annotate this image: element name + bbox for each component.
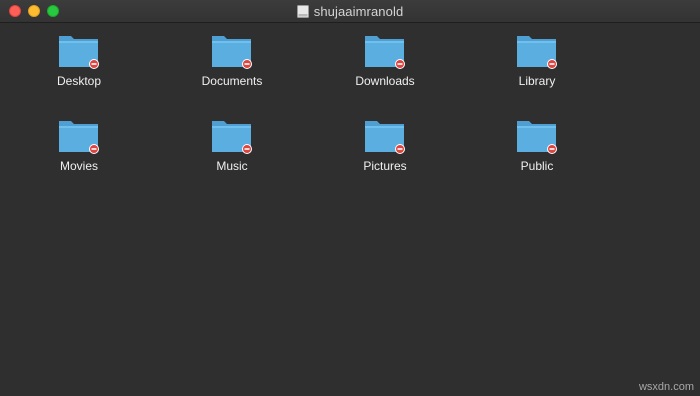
folder-restricted-icon (365, 121, 405, 154)
drive-icon (296, 4, 309, 18)
folder-item-pictures[interactable]: Pictures (335, 117, 435, 187)
folder-label: Documents (201, 74, 263, 88)
folder-item-public[interactable]: Public (487, 117, 587, 187)
folder-label: Movies (59, 159, 98, 173)
watermark: wsxdn.com (638, 381, 694, 393)
window-title: shujaaimranold (313, 3, 404, 19)
folder-item-movies[interactable]: Movies (29, 117, 129, 187)
title-group: shujaaimranold (0, 0, 700, 22)
folder-label: Downloads (355, 74, 415, 88)
folder-item-library[interactable]: Library (487, 32, 587, 102)
folder-restricted-icon (517, 121, 557, 154)
folder-restricted-icon (517, 36, 557, 69)
folder-item-documents[interactable]: Documents (182, 32, 282, 102)
folder-label: Music (216, 159, 248, 173)
folder-grid: Desktop Documents Downloads Library Movi… (0, 22, 700, 396)
folder-label: Library (518, 74, 556, 88)
folder-restricted-icon (212, 121, 252, 154)
folder-label: Public (520, 159, 554, 173)
folder-label: Desktop (56, 74, 102, 88)
title-bar[interactable]: shujaaimranold (0, 0, 700, 23)
finder-window: shujaaimranold Desktop Documents Downloa… (0, 0, 700, 396)
folder-restricted-icon (212, 36, 252, 69)
folder-item-music[interactable]: Music (182, 117, 282, 187)
folder-item-desktop[interactable]: Desktop (29, 32, 129, 102)
folder-item-downloads[interactable]: Downloads (335, 32, 435, 102)
folder-restricted-icon (59, 36, 99, 69)
folder-label: Pictures (363, 159, 407, 173)
folder-restricted-icon (59, 121, 99, 154)
folder-restricted-icon (365, 36, 405, 69)
